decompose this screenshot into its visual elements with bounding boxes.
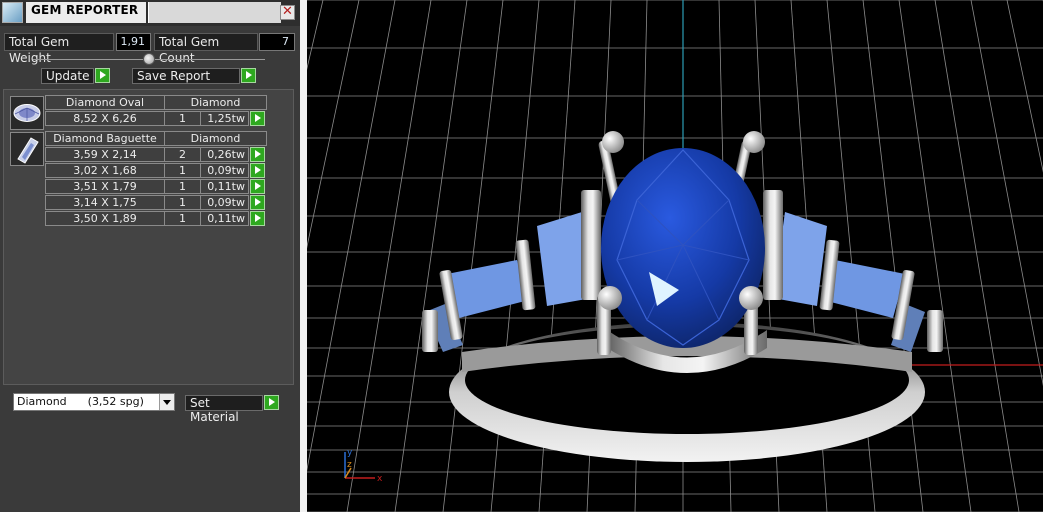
- axis-label-x: x: [377, 474, 383, 484]
- prong-ball: [739, 286, 763, 310]
- grid-line: [307, 0, 360, 249]
- total-gem-weight-value: 1,91: [116, 33, 151, 51]
- panel-divider[interactable]: [300, 0, 307, 512]
- size-slider-thumb[interactable]: [143, 53, 155, 65]
- total-gem-count-label: Total Gem Count: [154, 33, 258, 65]
- grid-line: [307, 0, 396, 472]
- grid-line: [898, 0, 972, 512]
- gem-row-go-icon[interactable]: [250, 111, 265, 126]
- grid-line: [346, 0, 432, 512]
- gem-weight-cell: 0,26tw: [200, 147, 249, 162]
- center-oval-gem: [601, 148, 765, 348]
- axis-label-y: y: [347, 448, 353, 458]
- gem-qty-cell: 1: [164, 179, 201, 194]
- grid-line: [394, 0, 468, 512]
- gem-size-cell: 3,50 X 1,89: [45, 211, 165, 226]
- gem-material-header: Diamond: [164, 95, 267, 110]
- gem-size-cell: 8,52 X 6,26: [45, 111, 165, 126]
- baguette-gem-icon[interactable]: [10, 132, 44, 166]
- gem-material-header: Diamond: [164, 131, 267, 146]
- gem-list: Diamond Oval Diamond 8,52 X 6,26 1 1,25t…: [3, 89, 294, 385]
- gem-qty-cell: 1: [164, 195, 201, 210]
- gem-size-cell: 3,59 X 2,14: [45, 147, 165, 162]
- prong-ball: [602, 131, 624, 153]
- gem-row-go-icon[interactable]: [250, 211, 265, 226]
- gem-reporter-app-icon: [2, 2, 23, 23]
- gem-name-header: Diamond Baguette: [45, 131, 165, 146]
- gem-weight-cell: 0,09tw: [200, 195, 249, 210]
- grid-line: [442, 0, 504, 512]
- axis-label-z: z: [347, 460, 352, 470]
- ring-model[interactable]: [422, 131, 943, 462]
- oval-gem-icon[interactable]: [10, 96, 44, 130]
- gem-qty-cell: 1: [164, 111, 201, 126]
- 3d-viewport[interactable]: y z x: [307, 0, 1043, 512]
- grid-line: [1006, 0, 1043, 173]
- gem-name-header: Diamond Oval: [45, 95, 165, 110]
- save-report-button[interactable]: Save Report: [132, 68, 240, 84]
- chevron-down-icon[interactable]: [159, 394, 174, 410]
- prong-ball: [743, 131, 765, 153]
- title-bar[interactable]: GEM REPORTER ✕: [0, 0, 300, 26]
- gem-row-go-icon[interactable]: [250, 147, 265, 162]
- gem-weight-cell: 0,09tw: [200, 163, 249, 178]
- gem-size-cell: 3,14 X 1,75: [45, 195, 165, 210]
- grid-line: [970, 0, 1043, 387]
- gem-qty-cell: 1: [164, 211, 201, 226]
- material-dropdown[interactable]: Diamond (3,52 spg): [13, 393, 175, 411]
- grid-line: [934, 0, 1020, 512]
- prong-ball: [598, 286, 622, 310]
- save-report-go-icon[interactable]: [241, 68, 256, 83]
- gem-row-go-icon[interactable]: [250, 195, 265, 210]
- total-gem-weight-label: Total Gem Weight: [4, 33, 114, 65]
- grid-line: [307, 0, 324, 71]
- gem-qty-cell: 2: [164, 147, 201, 162]
- gem-weight-cell: 0,11tw: [200, 211, 249, 226]
- title-bar-spacer: [148, 2, 281, 23]
- gem-size-cell: 3,51 X 1,79: [45, 179, 165, 194]
- gem-reporter-panel: GEM REPORTER ✕ Total Gem Weight 1,91 Tot…: [0, 0, 300, 512]
- set-material-go-icon[interactable]: [264, 395, 279, 410]
- baguette-gem-left-2: [447, 260, 529, 318]
- axis-gizmo: y z x: [344, 448, 383, 484]
- update-go-icon[interactable]: [95, 68, 110, 83]
- close-icon[interactable]: ✕: [280, 5, 295, 20]
- material-selected-value: Diamond (3,52 spg): [17, 395, 144, 408]
- window-title: GEM REPORTER: [26, 2, 146, 23]
- total-gem-count-value: 7: [259, 33, 295, 51]
- set-material-button[interactable]: Set Material: [185, 395, 263, 424]
- update-button[interactable]: Update: [41, 68, 94, 84]
- gem-row-go-icon[interactable]: [250, 163, 265, 178]
- gem-qty-cell: 1: [164, 163, 201, 178]
- gem-size-cell: 3,02 X 1,68: [45, 163, 165, 178]
- gem-weight-cell: 1,25tw: [200, 111, 249, 126]
- gem-weight-cell: 0,11tw: [200, 179, 249, 194]
- gem-row-go-icon[interactable]: [250, 179, 265, 194]
